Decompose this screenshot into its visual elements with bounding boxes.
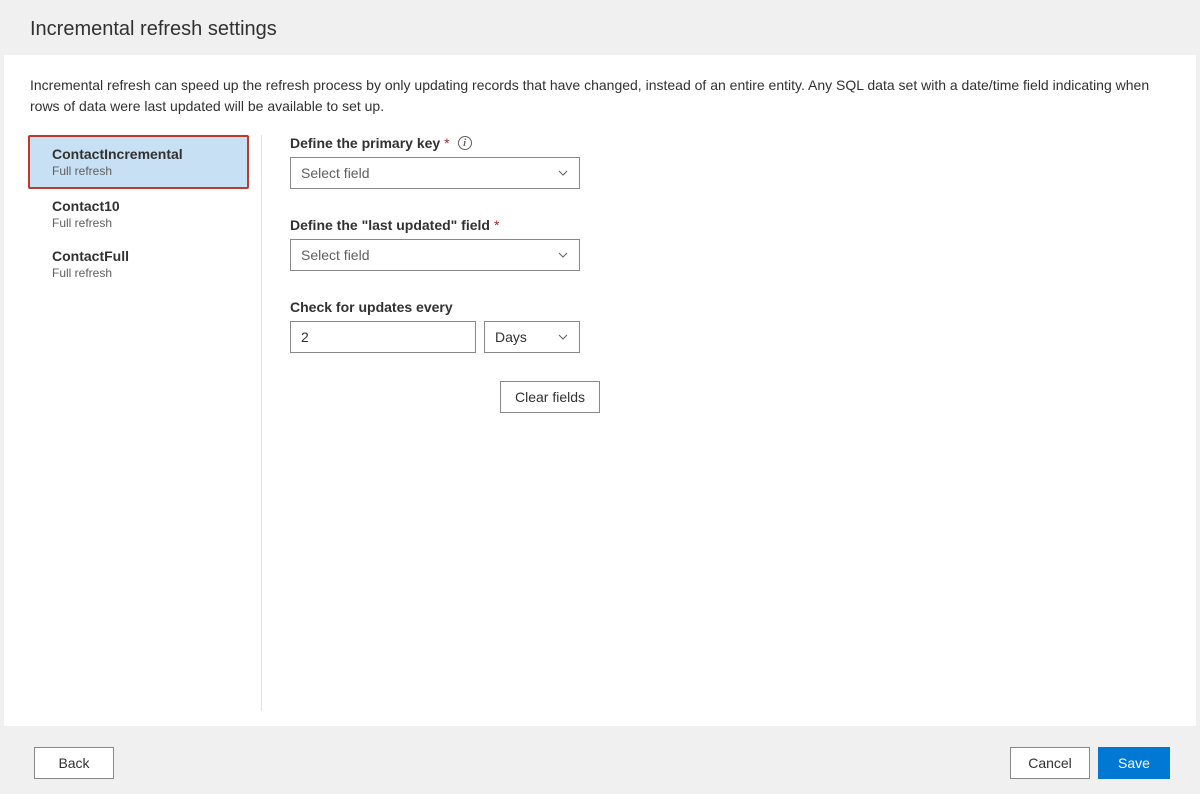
- body-wrap: ContactIncremental Full refresh Contact1…: [30, 135, 1170, 711]
- chevron-down-icon: [557, 249, 569, 261]
- footer-right: Cancel Save: [1010, 747, 1170, 779]
- required-marker: *: [444, 135, 449, 151]
- label-text: Define the "last updated" field: [290, 217, 490, 233]
- select-placeholder: Select field: [301, 165, 369, 181]
- sidebar-item-contactincremental[interactable]: ContactIncremental Full refresh: [28, 135, 249, 189]
- form-area: Define the primary key * i Select field …: [262, 135, 1170, 711]
- clear-row: Clear fields: [500, 381, 1170, 413]
- clear-fields-button[interactable]: Clear fields: [500, 381, 600, 413]
- select-placeholder: Select field: [301, 247, 369, 263]
- last-updated-row: Define the "last updated" field * Select…: [290, 217, 1170, 271]
- footer: Back Cancel Save: [0, 732, 1200, 794]
- primary-key-label: Define the primary key * i: [290, 135, 1170, 151]
- page-title: Incremental refresh settings: [30, 18, 1170, 41]
- sidebar-item-sub: Full refresh: [52, 266, 239, 280]
- sidebar-item-contact10[interactable]: Contact10 Full refresh: [30, 189, 261, 239]
- check-updates-label: Check for updates every: [290, 299, 1170, 315]
- sidebar-item-title: ContactFull: [52, 248, 239, 264]
- unit-value: Days: [495, 329, 527, 345]
- sidebar-item-title: Contact10: [52, 198, 239, 214]
- sidebar-item-sub: Full refresh: [52, 164, 225, 178]
- header: Incremental refresh settings: [0, 0, 1200, 55]
- sidebar-item-sub: Full refresh: [52, 216, 239, 230]
- cancel-button[interactable]: Cancel: [1010, 747, 1090, 779]
- inline-fields: Days: [290, 321, 1170, 353]
- back-button[interactable]: Back: [34, 747, 114, 779]
- save-button[interactable]: Save: [1098, 747, 1170, 779]
- description-text: Incremental refresh can speed up the ref…: [30, 75, 1170, 117]
- interval-input[interactable]: [290, 321, 476, 353]
- sidebar-item-title: ContactIncremental: [52, 146, 225, 162]
- info-icon[interactable]: i: [458, 136, 472, 150]
- primary-key-select[interactable]: Select field: [290, 157, 580, 189]
- sidebar-item-contactfull[interactable]: ContactFull Full refresh: [30, 239, 261, 289]
- last-updated-label: Define the "last updated" field *: [290, 217, 1170, 233]
- chevron-down-icon: [557, 331, 569, 343]
- content-panel: Incremental refresh can speed up the ref…: [4, 55, 1196, 726]
- chevron-down-icon: [557, 167, 569, 179]
- label-text: Define the primary key: [290, 135, 440, 151]
- label-text: Check for updates every: [290, 299, 453, 315]
- interval-unit-select[interactable]: Days: [484, 321, 580, 353]
- check-updates-row: Check for updates every Days: [290, 299, 1170, 353]
- entity-sidebar: ContactIncremental Full refresh Contact1…: [30, 135, 262, 711]
- required-marker: *: [494, 217, 499, 233]
- primary-key-row: Define the primary key * i Select field: [290, 135, 1170, 189]
- last-updated-select[interactable]: Select field: [290, 239, 580, 271]
